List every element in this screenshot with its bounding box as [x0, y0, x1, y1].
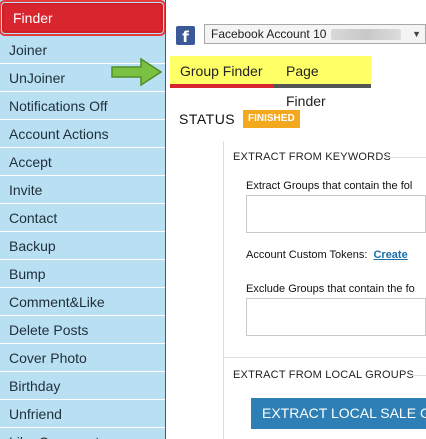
arrow-right-icon [111, 57, 163, 87]
sidebar-item-contact[interactable]: Contact [0, 204, 165, 232]
sidebar-item-invite[interactable]: Invite [0, 176, 165, 204]
section-rule [410, 375, 426, 376]
facebook-icon: f [176, 26, 195, 45]
section-rule [223, 357, 426, 358]
include-keywords-label: Extract Groups that contain the fol [246, 180, 413, 192]
section-divider [223, 141, 224, 439]
section-rule [385, 157, 426, 158]
redacted-text [331, 29, 401, 40]
account-select[interactable]: Facebook Account 10 ▼ [204, 24, 426, 44]
chevron-down-icon: ▼ [412, 29, 421, 39]
sidebar-item-unfriend[interactable]: Unfriend [0, 400, 165, 428]
local-groups-section-title: EXTRACT FROM LOCAL GROUPS [233, 369, 415, 381]
include-keywords-input[interactable] [246, 195, 426, 233]
tab-page-finder[interactable]: Page Finder [274, 56, 371, 109]
create-token-link[interactable]: Create [373, 249, 407, 261]
tab-group-finder[interactable]: Group Finder [170, 56, 274, 88]
sidebar-item-birthday[interactable]: Birthday [0, 372, 165, 400]
status-badge: FINISHED [243, 110, 300, 128]
custom-tokens-row: Account Custom Tokens: Create [246, 249, 408, 261]
finder-tabs: Group Finder Page Finder [170, 56, 371, 109]
extract-local-sale-groups-button[interactable]: EXTRACT LOCAL SALE GR [251, 398, 426, 429]
main-panel: f Facebook Account 10 ▼ Group Finder Pag… [167, 0, 426, 439]
status-label: STATUS [179, 111, 236, 127]
account-select-value: Facebook Account 10 [211, 27, 327, 41]
sidebar-item-delete-posts[interactable]: Delete Posts [0, 316, 165, 344]
sidebar-item-accept[interactable]: Accept [0, 148, 165, 176]
sidebar-item-notifications-off[interactable]: Notifications Off [0, 92, 165, 120]
exclude-keywords-input[interactable] [246, 298, 426, 336]
sidebar-item-bump[interactable]: Bump [0, 260, 165, 288]
sidebar-item-account-actions[interactable]: Account Actions [0, 120, 165, 148]
sidebar-item-backup[interactable]: Backup [0, 232, 165, 260]
sidebar-item-comment-like[interactable]: Comment&Like [0, 288, 165, 316]
exclude-keywords-label: Exclude Groups that contain the fo [246, 283, 415, 295]
keywords-section-title: EXTRACT FROM KEYWORDS [233, 151, 392, 163]
sidebar-item-like-comments[interactable]: Like Comments [0, 428, 165, 439]
custom-tokens-label: Account Custom Tokens: [246, 249, 368, 261]
sidebar-item-finder[interactable]: Finder [0, 0, 165, 36]
sidebar-item-cover-photo[interactable]: Cover Photo [0, 344, 165, 372]
